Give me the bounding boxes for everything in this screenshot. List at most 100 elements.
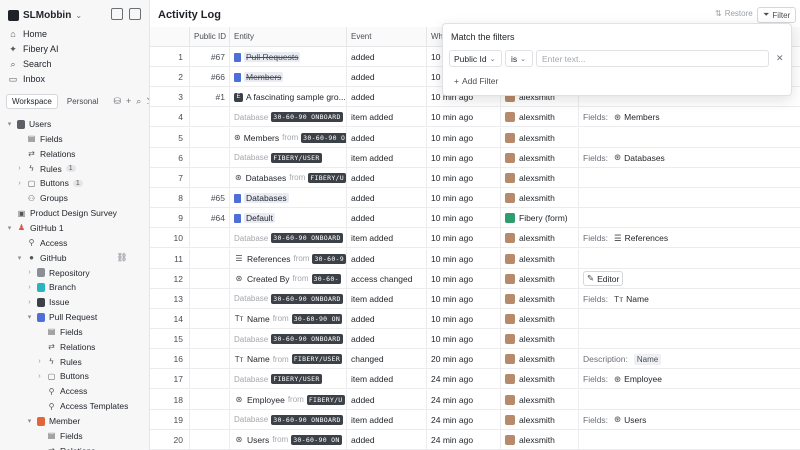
sidebar-item-access[interactable]: ⚲ Access [36, 384, 88, 398]
user-cell[interactable]: alexsmith [501, 349, 579, 370]
entity-cell[interactable]: ⊛ Databases from FIBERY/U [230, 167, 347, 188]
entity-cell[interactable]: Database 30-60-90 ONBOARD [230, 288, 347, 309]
table-row[interactable]: 8 #65 Databases added 10 min ago alexsmith [150, 188, 800, 209]
sidebar-item-relations[interactable]: ⇄ Relations [36, 444, 95, 450]
table-row[interactable]: 16 Tт Name from FIBERY/USER changed 20 min ago… [150, 349, 800, 370]
changes-value-chip[interactable]: Name [631, 353, 664, 366]
table-row[interactable]: 6 Database FIBERY/USER item added 10 min ago… [150, 147, 800, 168]
sidebar-item-groups[interactable]: ⚇ Groups [16, 191, 68, 205]
user-cell[interactable]: Fibery (form) [501, 208, 579, 229]
sidebar-item-product-design-survey[interactable]: ▣ Product Design Survey [6, 206, 117, 220]
entity-cell[interactable]: ⊛ Created By from 30-60- [230, 268, 347, 289]
table-row[interactable]: 9 #64 Default added 10 min ago Fibery (form) [150, 208, 800, 229]
entity-cell[interactable]: ⊛ Users from 30-60-90 ON [230, 429, 347, 450]
entity-cell[interactable]: Database FIBERY/USER [230, 147, 347, 168]
changes-value-chip[interactable]: ☰ References [611, 232, 671, 245]
user-cell[interactable]: alexsmith [501, 107, 579, 128]
table-row[interactable]: 18 ⊛ Employee from FIBERY/U added 24 min ago al… [150, 389, 800, 410]
entity-cell[interactable]: Database 30-60-90 ONBOARD [230, 228, 347, 249]
add-icon[interactable]: + [126, 96, 131, 107]
changes-cell[interactable] [579, 168, 800, 188]
restore-button[interactable]: ⇅ Restore [715, 9, 753, 18]
sidebar-item-github-1[interactable]: ▾ ♟ GitHub 1 [6, 221, 64, 235]
changes-cell[interactable] [579, 430, 800, 450]
table-row[interactable]: 20 ⊛ Users from 30-60-90 ON added 24 min ago al… [150, 429, 800, 450]
sidebar-item-branch[interactable]: › Branch [26, 280, 76, 294]
add-filter-button[interactable]: + Add Filter [454, 76, 498, 86]
chevron-icon[interactable]: › [16, 180, 23, 187]
entity-cell[interactable]: Database 30-60-90 ONBOARD [230, 329, 347, 350]
user-cell[interactable]: alexsmith [501, 147, 579, 168]
chevron-icon[interactable]: › [36, 373, 43, 380]
changes-cell[interactable] [579, 208, 800, 228]
tab-workspace[interactable]: Workspace [6, 94, 58, 109]
user-cell[interactable]: alexsmith [501, 429, 579, 450]
chevron-icon[interactable]: › [26, 269, 33, 276]
entity-cell[interactable]: Pull Requests [230, 47, 347, 67]
database-icon[interactable]: ⛁ [113, 96, 121, 107]
changes-cell[interactable] [579, 128, 800, 148]
filter-operator-select[interactable]: is ⌄ [505, 50, 533, 67]
entity-cell[interactable]: ☰ References from 30-60-9 [230, 248, 347, 269]
user-cell[interactable]: alexsmith [501, 127, 579, 148]
changes-value-chip[interactable]: ⊛ Databases [611, 151, 668, 164]
table-row[interactable]: 4 Database 30-60-90 ONBOARD item added 10 mi… [150, 107, 800, 128]
sidebar-item-access-templates[interactable]: ⚲ Access Templates [36, 399, 129, 413]
changes-cell[interactable] [579, 188, 800, 208]
filter-value-input[interactable] [536, 50, 769, 67]
user-cell[interactable]: alexsmith [501, 288, 579, 309]
entity-cell[interactable]: EA fascinating sample gro... [230, 87, 347, 108]
chevron-icon[interactable]: ▾ [6, 120, 13, 128]
sidebar-item-buttons[interactable]: › ▢ Buttons [36, 369, 89, 383]
table-row[interactable]: 5 ⊛ Members from 30-60-90 Oadded 10 min ago al… [150, 127, 800, 148]
filter-button[interactable]: ⏷ Filter [757, 7, 797, 23]
table-row[interactable]: 14 Tт Name from 30-60-90 ON added 10 min ago al… [150, 308, 800, 329]
changes-value-chip[interactable]: ⊛ Employee [611, 373, 665, 386]
nav-item-inbox[interactable]: ▭ Inbox [8, 72, 45, 86]
user-cell[interactable]: alexsmith [501, 409, 579, 430]
entity-cell[interactable]: Databases [230, 188, 347, 209]
entity-cell[interactable]: Database 30-60-90 ONBOARD [230, 107, 347, 128]
sidebar-item-fields[interactable]: ▤ Fields [36, 325, 83, 339]
changes-value-chip[interactable]: Tт Name [611, 293, 652, 305]
chevron-icon[interactable]: › [16, 165, 23, 172]
entity-cell[interactable]: Database FIBERY/USER [230, 369, 347, 390]
column-header-entity[interactable]: Entity [230, 27, 347, 47]
collapse-sidebar-icon[interactable] [111, 8, 123, 20]
changes-cell[interactable]: ✎ Editor [579, 269, 800, 289]
user-cell[interactable]: alexsmith [501, 329, 579, 350]
entity-cell[interactable]: Tт Name from FIBERY/USER [230, 349, 347, 370]
changes-cell[interactable]: Fields: ⊛ Users [579, 410, 800, 430]
sidebar-item-pull-request[interactable]: ▾ Pull Request [26, 310, 97, 324]
chevron-icon[interactable]: › [26, 284, 33, 291]
user-cell[interactable]: alexsmith [501, 389, 579, 410]
user-cell[interactable]: alexsmith [501, 188, 579, 209]
user-cell[interactable]: alexsmith [501, 228, 579, 249]
changes-cell[interactable]: Fields: ⊛ Members [579, 107, 800, 127]
entity-cell[interactable]: ⊛ Members from 30-60-90 O [230, 127, 347, 148]
entity-cell[interactable]: Database 30-60-90 ONBOARD [230, 409, 347, 430]
sidebar-item-issue[interactable]: › Issue [26, 295, 69, 309]
changes-cell[interactable] [579, 329, 800, 349]
changes-cell[interactable] [579, 390, 800, 410]
changes-cell[interactable]: Description: Name [579, 349, 800, 369]
column-header-event[interactable]: Event [347, 27, 427, 47]
changes-value-chip[interactable]: ✎ Editor [583, 271, 624, 287]
table-row[interactable]: 12 ⊛ Created By from 30-60- access changed 10 … [150, 268, 800, 289]
tab-personal[interactable]: Personal [62, 95, 104, 108]
chevron-icon[interactable]: ▾ [26, 313, 33, 321]
sidebar-item-rules[interactable]: › ϟ Rules 1 [16, 162, 76, 176]
chevron-icon[interactable]: › [26, 299, 33, 306]
table-row[interactable]: 7 ⊛ Databases from FIBERY/U added 10 min ago al… [150, 167, 800, 188]
table-row[interactable]: 10 Database 30-60-90 ONBOARD item added 10 m… [150, 228, 800, 249]
table-row[interactable]: 15 Database 30-60-90 ONBOARD added 10 min ag… [150, 329, 800, 350]
sidebar-item-relations[interactable]: ⇄ Relations [16, 147, 75, 161]
link-icon[interactable]: ⛓ [116, 252, 127, 263]
remove-filter-icon[interactable]: ✕ [776, 53, 784, 64]
table-row[interactable]: 13 Database 30-60-90 ONBOARD item added 10 m… [150, 288, 800, 309]
user-cell[interactable]: alexsmith [501, 268, 579, 289]
sidebar-item-relations[interactable]: ⇄ Relations [36, 340, 95, 354]
sidebar-item-buttons[interactable]: › ▢ Buttons 1 [16, 176, 83, 190]
entity-cell[interactable]: Default [230, 208, 347, 229]
changes-cell[interactable]: Fields: ⊛ Employee [579, 369, 800, 389]
